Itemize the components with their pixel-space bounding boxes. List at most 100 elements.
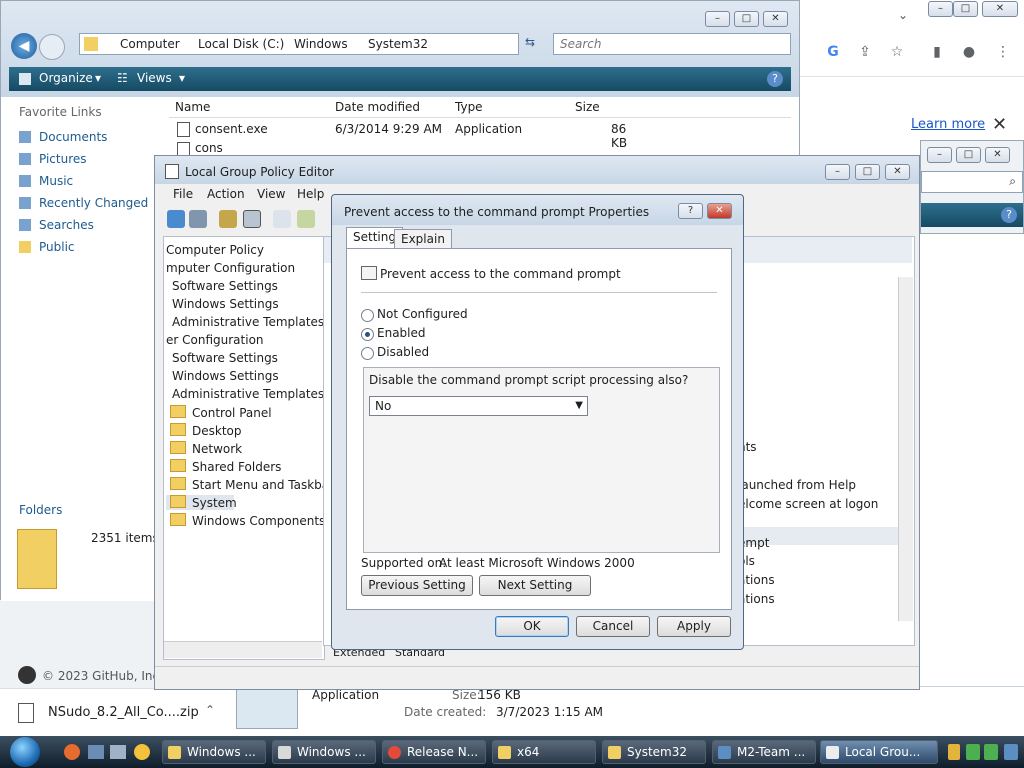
table-row[interactable]: consent.exe 6/3/2014 9:29 AM Application… [169,119,641,150]
address-bar[interactable]: Computer Local Disk (C:) Windows System3… [79,33,519,55]
tree-item[interactable]: Windows Components [170,513,324,528]
tree-item-selected[interactable]: System [166,495,237,510]
radio-enabled[interactable] [361,328,374,341]
previous-setting-button[interactable]: Previous Setting [361,575,473,596]
chevron-up-icon[interactable]: ⌃ [205,703,215,717]
favorite-public[interactable]: Public [39,240,75,254]
breadcrumb-system32[interactable]: System32 [368,37,428,51]
start-button[interactable] [10,737,40,767]
menu-view[interactable]: View [257,187,285,201]
script-processing-select[interactable]: No ▼ [369,396,588,416]
column-date[interactable]: Date modified [335,100,420,114]
bg-maximize-button[interactable]: □ [956,147,981,163]
search-input[interactable]: Search [553,33,791,55]
taskbar-item[interactable]: Windows ... [272,740,376,764]
dialog-help-button[interactable]: ? [678,203,703,219]
radio-not-configured[interactable] [361,309,374,322]
close-icon[interactable]: ✕ [992,114,1007,135]
tree-item[interactable]: Administrative Templates [172,315,324,329]
gpedit-maximize-button[interactable]: □ [855,164,880,180]
up-folder-icon[interactable] [219,210,237,228]
tree-item[interactable]: er Configuration [166,333,264,347]
column-name[interactable]: Name [175,100,210,114]
radio-not-configured-label[interactable]: Not Configured [377,307,468,321]
show-desktop-icon[interactable] [88,745,104,759]
tree-item[interactable]: Control Panel [170,405,272,420]
bg-search[interactable]: ⌕ [921,171,1023,193]
breadcrumb-disk[interactable]: Local Disk (C:) [198,37,284,51]
tree-item[interactable]: Administrative Templates [172,387,324,401]
column-type[interactable]: Type [455,100,483,114]
favorite-searches[interactable]: Searches [39,218,94,232]
learn-more-link[interactable]: Learn more [911,117,985,132]
forward-button[interactable] [39,34,65,60]
security-icon[interactable] [948,744,960,760]
gpedit-close-button[interactable]: ✕ [885,164,910,180]
breadcrumb-computer[interactable]: Computer [120,37,180,51]
radio-disabled[interactable] [361,347,374,360]
tree-item[interactable]: mputer Configuration [166,261,295,275]
organize-button[interactable]: Organize [39,71,93,85]
tree-item[interactable]: Start Menu and Taskbar [170,477,324,492]
radio-enabled-label[interactable]: Enabled [377,326,426,340]
star-icon[interactable]: ☆ [886,41,908,63]
menu-action[interactable]: Action [207,187,245,201]
ok-button[interactable]: OK [495,616,569,637]
profile-icon[interactable]: ● [958,41,980,63]
bg-close-button[interactable]: ✕ [985,147,1010,163]
emoji-icon[interactable] [134,744,150,760]
tree-item[interactable]: Software Settings [172,279,278,293]
chevron-down-icon[interactable]: ▾ [179,71,185,85]
tree-item[interactable]: Windows Settings [172,369,279,383]
properties-icon[interactable] [273,210,291,228]
volume-icon[interactable] [1004,744,1018,760]
chevron-down-icon[interactable]: ▼ [575,397,583,415]
favorite-recently-changed[interactable]: Recently Changed [39,196,148,210]
taskbar-item[interactable]: Release N... [382,740,486,764]
switch-windows-icon[interactable] [110,745,126,759]
help-icon[interactable]: ? [1001,207,1017,223]
taskbar-item[interactable]: M2-Team ... [712,740,816,764]
tree-item[interactable]: Network [170,441,242,456]
policy-fragment[interactable]: launched from Help [738,478,856,492]
gpedit-minimize-button[interactable]: – [825,164,850,180]
radio-disabled-label[interactable]: Disabled [377,345,429,359]
tree-item[interactable]: Desktop [170,423,242,438]
bg-minimize-button[interactable]: – [927,147,952,163]
taskbar-item[interactable]: x64 [492,740,596,764]
folders-toggle[interactable]: Folders [19,503,62,517]
cancel-button[interactable]: Cancel [576,616,650,637]
list-vscrollbar[interactable] [898,277,913,621]
network-icon[interactable] [966,744,980,760]
explorer-close-button[interactable]: ✕ [763,11,788,27]
side-panel-icon[interactable]: ▮ [926,41,948,63]
chevron-down-icon[interactable]: ▾ [95,71,101,85]
browser-minimize-button[interactable]: – [928,1,953,17]
forward-arrow-icon[interactable] [189,210,207,228]
taskbar-item[interactable]: Windows ... [162,740,266,764]
refresh-icon[interactable]: ⇆ [525,35,535,49]
explorer-minimize-button[interactable]: – [705,11,730,27]
taskbar-item-active[interactable]: Local Grou... [820,740,938,764]
menu-icon[interactable]: ⋮ [992,41,1014,63]
favorite-music[interactable]: Music [39,174,73,188]
show-hide-tree-icon[interactable] [243,210,261,228]
browser-close-button[interactable]: ✕ [982,1,1018,17]
share-icon[interactable]: ⇪ [854,41,876,63]
back-arrow-icon[interactable] [167,210,185,228]
firefox-icon[interactable] [64,744,80,760]
breadcrumb-windows[interactable]: Windows [294,37,348,51]
tree-hscrollbar[interactable] [164,641,322,658]
export-list-icon[interactable] [297,210,315,228]
tree-item[interactable]: Computer Policy [166,243,264,257]
dialog-close-button[interactable]: ✕ [707,203,732,219]
help-icon[interactable]: ? [767,71,783,87]
next-setting-button[interactable]: Next Setting [479,575,591,596]
menu-file[interactable]: File [173,187,193,201]
browser-maximize-button[interactable]: □ [953,1,978,17]
views-button[interactable]: Views [137,71,172,85]
tab-dropdown-icon[interactable]: ⌄ [898,8,908,22]
favorite-pictures[interactable]: Pictures [39,152,87,166]
back-button[interactable]: ◀ [11,33,37,59]
download-filename[interactable]: NSudo_8.2_All_Co....zip [48,705,199,720]
